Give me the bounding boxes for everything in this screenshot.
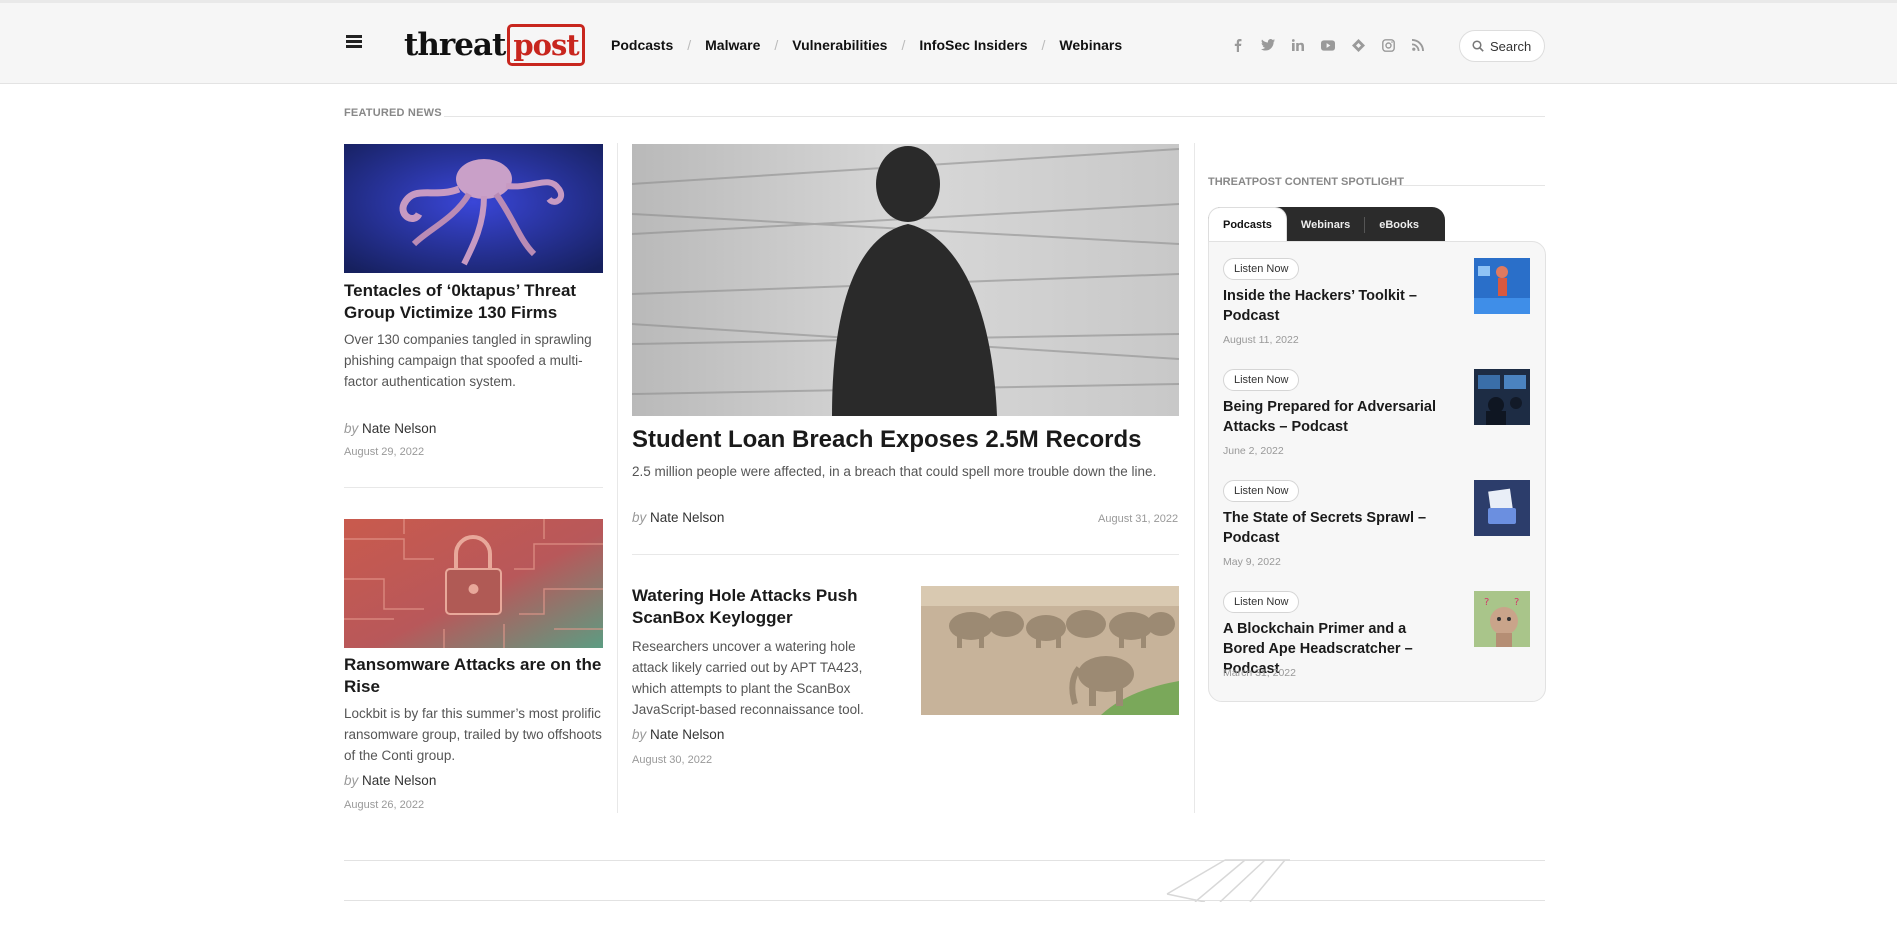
listen-now-button[interactable]: Listen Now: [1223, 480, 1300, 502]
youtube-icon[interactable]: [1321, 38, 1335, 52]
nav-podcasts[interactable]: Podcasts: [611, 37, 673, 53]
podcast-date: March 31, 2022: [1223, 667, 1296, 679]
twitter-icon[interactable]: [1261, 38, 1275, 52]
article-title[interactable]: Tentacles of ‘0ktapus’ Threat Group Vict…: [344, 280, 604, 324]
article-excerpt: Over 130 companies tangled in sprawling …: [344, 332, 592, 389]
article-image-octopus[interactable]: [344, 144, 603, 273]
nav-infosec-insiders[interactable]: InfoSec Insiders: [919, 37, 1027, 53]
author-link[interactable]: Nate Nelson: [362, 773, 436, 788]
podcast-thumbnail[interactable]: [1474, 258, 1530, 314]
instagram-icon[interactable]: [1381, 38, 1395, 52]
article-image-shadow-figure[interactable]: [632, 144, 1179, 416]
podcast-thumbnail[interactable]: ??: [1474, 591, 1530, 647]
nav-separator: /: [687, 37, 692, 53]
featured-news-label: FEATURED NEWS: [344, 107, 442, 119]
nav-malware[interactable]: Malware: [705, 37, 760, 53]
divider: [444, 116, 1545, 117]
byline-prefix: by: [344, 421, 359, 436]
article-excerpt: Lockbit is by far this summer’s most pro…: [344, 706, 602, 763]
article-excerpt: Researchers uncover a watering hole atta…: [632, 639, 864, 717]
nav-vulnerabilities[interactable]: Vulnerabilities: [792, 37, 887, 53]
column-divider: [1194, 143, 1195, 813]
podcast-thumbnail[interactable]: [1474, 480, 1530, 536]
article-image-circuit-lock[interactable]: [344, 519, 603, 648]
feedly-icon[interactable]: [1351, 38, 1365, 52]
facebook-icon[interactable]: [1231, 38, 1245, 52]
rss-icon[interactable]: [1411, 38, 1425, 52]
podcast-date: June 2, 2022: [1223, 445, 1284, 457]
social-links: [1231, 38, 1425, 52]
svg-text:?: ?: [1514, 597, 1519, 608]
podcast-thumbnail[interactable]: [1474, 369, 1530, 425]
article-byline: by Nate Nelson: [344, 421, 436, 436]
column-divider: [617, 143, 618, 813]
byline-prefix: by: [632, 727, 647, 742]
byline-prefix: by: [344, 773, 359, 788]
nav-separator: /: [1041, 37, 1046, 53]
article-date: August 29, 2022: [344, 446, 425, 458]
podcast-title[interactable]: Being Prepared for Adversarial Attacks –…: [1223, 397, 1438, 437]
podcast-date: August 11, 2022: [1223, 334, 1299, 346]
article-date: August 30, 2022: [632, 754, 713, 766]
menu-icon[interactable]: [346, 35, 362, 49]
divider: [344, 487, 603, 488]
podcast-title[interactable]: Inside the Hackers’ Toolkit – Podcast: [1223, 286, 1438, 326]
spotlight-tabs: Podcasts Webinars eBooks: [1208, 207, 1445, 242]
search-button[interactable]: Search: [1459, 30, 1545, 62]
tab-webinars[interactable]: Webinars: [1287, 207, 1364, 242]
divider: [344, 860, 1545, 861]
article-title[interactable]: Ransomware Attacks are on the Rise: [344, 654, 604, 698]
podcast-title[interactable]: The State of Secrets Sprawl – Podcast: [1223, 508, 1438, 548]
divider: [1388, 185, 1545, 186]
divider: [632, 554, 1179, 555]
tab-ebooks[interactable]: eBooks: [1364, 216, 1433, 233]
decorative-graphic: [1166, 859, 1290, 902]
spotlight-label: THREATPOST CONTENT SPOTLIGHT: [1208, 176, 1404, 188]
logo-text-threat: threat: [404, 27, 506, 63]
svg-text:?: ?: [1484, 597, 1489, 608]
main-nav: Podcasts / Malware / Vulnerabilities / I…: [611, 37, 1122, 53]
search-icon: [1472, 40, 1484, 52]
listen-now-button[interactable]: Listen Now: [1223, 591, 1300, 613]
article-date: August 26, 2022: [344, 799, 425, 811]
listen-now-button[interactable]: Listen Now: [1223, 369, 1300, 391]
article-title[interactable]: Watering Hole Attacks Push ScanBox Keylo…: [632, 585, 882, 629]
main-article-title[interactable]: Student Loan Breach Exposes 2.5M Records: [632, 425, 1182, 455]
author-link[interactable]: Nate Nelson: [650, 727, 724, 742]
nav-webinars[interactable]: Webinars: [1059, 37, 1122, 53]
listen-now-button[interactable]: Listen Now: [1223, 258, 1300, 280]
tab-podcasts[interactable]: Podcasts: [1208, 207, 1287, 242]
site-header: threat post Podcasts / Malware / Vulnera…: [0, 0, 1897, 84]
author-link[interactable]: Nate Nelson: [650, 510, 724, 525]
article-image-elephants[interactable]: [921, 586, 1179, 715]
linkedin-icon[interactable]: [1291, 38, 1305, 52]
article-byline: by Nate Nelson: [344, 773, 436, 788]
author-link[interactable]: Nate Nelson: [362, 421, 436, 436]
article-byline: by Nate Nelson: [632, 727, 724, 742]
divider: [344, 900, 1545, 901]
threatpost-logo[interactable]: threat post: [404, 23, 585, 67]
nav-separator: /: [901, 37, 906, 53]
search-label: Search: [1490, 38, 1532, 54]
nav-separator: /: [774, 37, 779, 53]
article-excerpt: 2.5 million people were affected, in a b…: [632, 464, 1157, 479]
article-byline: by Nate Nelson: [632, 510, 724, 525]
byline-prefix: by: [632, 510, 647, 525]
article-date: August 31, 2022: [1098, 513, 1179, 525]
podcast-date: May 9, 2022: [1223, 556, 1281, 568]
logo-text-post: post: [507, 24, 585, 66]
